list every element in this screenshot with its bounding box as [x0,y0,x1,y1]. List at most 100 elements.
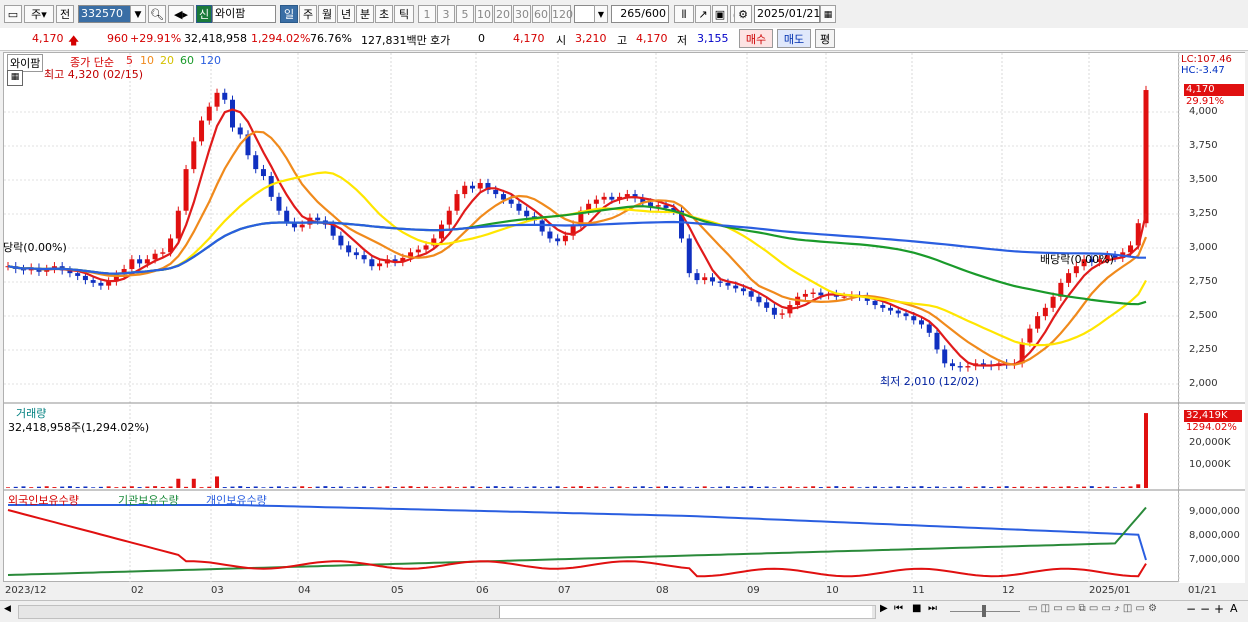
font-size-icon[interactable]: A [1230,602,1238,615]
stop-icon[interactable]: ■ [912,603,921,614]
candle-body [562,235,568,242]
volume-bar [36,486,41,488]
volume-bar [865,486,870,488]
zoom-thumb[interactable] [982,605,986,617]
candle-body [160,252,166,254]
scroll-right-icon[interactable]: ▶ [880,603,888,614]
volume-bar [888,486,893,488]
candle-body [717,281,723,283]
ma-legend-60: 60 [180,54,194,67]
volume-bar [230,486,235,488]
candle-body [756,296,762,303]
candle-body [942,349,948,364]
minus-icon[interactable]: − [1200,602,1210,616]
volume-bar [1120,486,1125,488]
horizontal-scrollbar[interactable] [18,605,876,619]
volume-bar [594,486,599,488]
ytick: 3,250 [1189,208,1218,219]
candle-body [75,273,81,276]
candle-body [446,210,452,225]
volume-bar [664,486,669,488]
volume-bar [29,487,34,488]
xtick: 01/21 [1188,585,1217,596]
volume-bar [21,486,26,488]
ytick: 2,000 [1189,378,1218,389]
volume-bar [849,486,854,488]
legend-individual: 개인보유수량 [206,494,267,507]
holder-line-institution [7,506,1147,576]
candle-body [702,277,708,281]
volume-bar [377,486,382,488]
volume-pct-tag: 1294.02% [1186,422,1237,433]
candle-body [454,194,460,211]
volume-bar [284,487,289,488]
volume-bar [756,486,761,488]
volume-bar [160,486,165,488]
volume-bar [811,486,816,488]
volume-bar [578,486,583,488]
volume-bar [215,476,220,488]
volume-bar [516,487,521,488]
chart-svg [4,53,1245,582]
volume-bar [1105,486,1110,488]
volume-bar [122,486,127,488]
volume-bar [408,486,413,488]
ytick: 3,500 [1189,174,1218,185]
volume-bar [1136,484,1141,488]
candle-body [1042,307,1048,317]
volume-bar [385,486,390,488]
rewind-icon[interactable]: ⏮ [894,603,903,614]
candle-body [183,169,189,211]
candle-body [353,252,359,256]
candle-body [880,305,886,308]
volume-bar [880,487,885,488]
volume-bar [687,487,692,488]
candle-body [369,259,375,267]
volume-bar [617,486,622,488]
volume-last-tag: 32,419K [1184,410,1242,422]
volume-bar [741,486,746,488]
volume-bar [725,486,730,488]
lc-label: LC:107.46 [1181,54,1232,65]
volume-bar [1066,486,1071,488]
candle-body [926,324,932,333]
volume-bar [571,486,576,488]
ma-legend-20: 20 [160,54,174,67]
volume-bar [873,486,878,488]
candle-body [175,210,181,239]
forward-icon[interactable]: ⏭ [928,603,937,614]
volume-bar [269,486,274,488]
volume-bar [1128,486,1133,488]
holder-ytick: 8,000,000 [1189,530,1240,541]
volume-bar [625,487,630,488]
scroll-thumb[interactable] [499,606,872,618]
candle-body [415,249,421,253]
volume-bar [787,486,792,488]
layout-icons[interactable]: ▭ ◫ ▭ ▭ ⧉ ▭ ▭ ⤴ ◫ ▭ ⚙ [1028,603,1157,614]
ytick: 2,500 [1189,310,1218,321]
candle-body [230,99,236,128]
candle-body [276,196,282,211]
candle-body [199,120,205,142]
candle-body [888,307,894,311]
candle-body [949,363,955,367]
candle-body [469,185,475,189]
zoom-out-icon[interactable]: − [1186,602,1196,616]
volume-bar [733,487,738,488]
volume-bar [965,487,970,488]
ma-legend-120: 120 [200,54,221,67]
holder-line-individual [8,504,1147,561]
volume-bar [1058,486,1063,488]
volume-bar [1097,486,1102,488]
table-icon[interactable]: ▦ [7,70,23,86]
volume-bar [679,486,684,488]
candle-body [903,313,909,317]
volume-bar [13,486,18,488]
volume-bar [996,486,1001,488]
volume-ytick: 20,000K [1189,437,1231,448]
volume-bar [803,486,808,488]
plus-icon[interactable]: + [1214,602,1224,616]
candle-body [377,263,383,267]
volume-bar [942,487,947,488]
scroll-left-icon[interactable]: ◀ [4,604,16,618]
